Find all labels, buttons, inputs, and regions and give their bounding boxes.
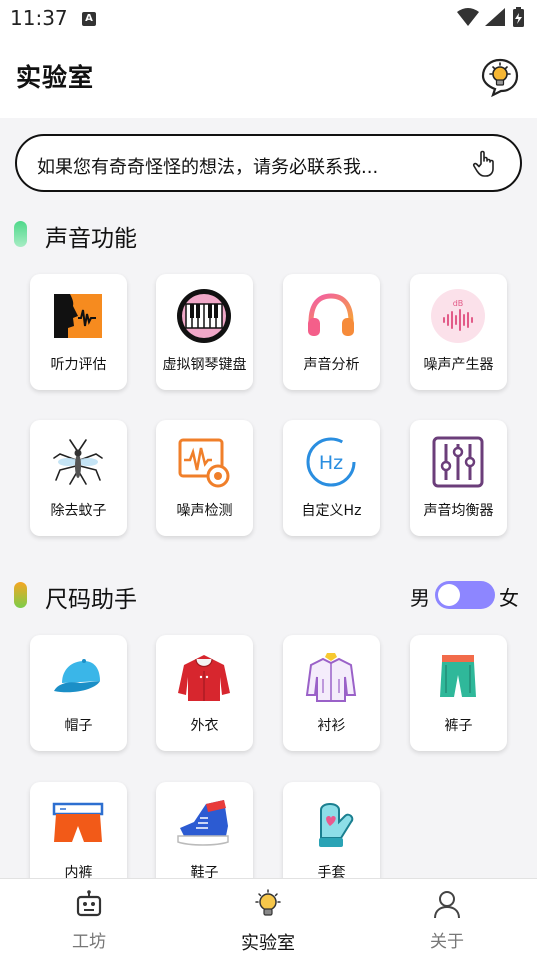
- section-marker: [14, 221, 27, 247]
- coat-card[interactable]: 外衣: [156, 635, 253, 751]
- wifi-icon: [457, 8, 479, 26]
- bottom-navigation: 工坊 实验室 关于: [0, 878, 537, 956]
- hearing-test-card[interactable]: 听力评估: [30, 274, 127, 390]
- pants-card[interactable]: 裤子: [410, 635, 507, 751]
- piano-icon: [177, 289, 231, 343]
- user-icon: [434, 891, 460, 919]
- app-header: 实验室: [0, 36, 537, 118]
- card-label: 声音分析: [303, 357, 360, 373]
- nav-label: 实验室: [241, 933, 295, 954]
- section-title: 声音功能: [45, 226, 137, 252]
- pointing-hand-icon: [472, 150, 494, 177]
- cap-card[interactable]: 帽子: [30, 635, 127, 751]
- nav-label: 工坊: [72, 932, 106, 952]
- card-label: 虚拟钢琴键盘: [162, 357, 247, 373]
- gender-male-label: 男: [410, 586, 430, 610]
- keyboard-indicator-icon: A: [82, 12, 96, 26]
- noise-detector-icon: [178, 438, 230, 488]
- shirt-card[interactable]: 衬衫: [283, 635, 380, 751]
- card-label: 衬衫: [317, 718, 346, 734]
- gender-female-label: 女: [499, 586, 519, 610]
- svg-text:dB: dB: [453, 299, 464, 308]
- gender-toggle[interactable]: [435, 581, 495, 609]
- section-marker: [14, 582, 27, 608]
- nav-label: 关于: [430, 932, 464, 952]
- nav-about-tab[interactable]: 关于: [387, 879, 507, 956]
- shirt-icon: [305, 653, 357, 702]
- card-label: 除去蚊子: [50, 503, 107, 519]
- headphones-icon: [308, 293, 354, 336]
- gender-switch: 男 女: [410, 579, 520, 611]
- nav-lab-tab[interactable]: 实验室: [208, 879, 328, 956]
- idea-bulb-icon[interactable]: [479, 56, 521, 98]
- shorts-icon: [440, 655, 476, 697]
- card-label: 噪声产生器: [423, 357, 494, 373]
- custom-hz-card[interactable]: Hz 自定义Hz: [283, 420, 380, 536]
- card-label: 自定义Hz: [301, 503, 362, 519]
- virtual-piano-card[interactable]: 虚拟钢琴键盘: [156, 274, 253, 390]
- svg-text:Hz: Hz: [319, 452, 343, 474]
- noise-generator-card[interactable]: dB 噪声产生器: [410, 274, 507, 390]
- hearing-test-icon: [54, 294, 102, 338]
- page-title: 实验室: [16, 63, 95, 92]
- card-label: 帽子: [64, 718, 93, 734]
- battery-icon: [513, 7, 524, 27]
- section-title: 尺码助手: [45, 587, 137, 613]
- size-section-header: 尺码助手 男 女: [14, 579, 524, 613]
- remove-mosquito-card[interactable]: 除去蚊子: [30, 420, 127, 536]
- hoodie-icon: [178, 655, 230, 701]
- underwear-icon: [52, 802, 104, 842]
- equalizer-icon: [432, 436, 484, 488]
- equalizer-card[interactable]: 声音均衡器: [410, 420, 507, 536]
- cap-icon: [54, 659, 100, 693]
- nav-workshop-tab[interactable]: 工坊: [29, 879, 149, 956]
- noise-generator-icon: dB: [431, 289, 485, 343]
- status-time: 11:37: [10, 6, 68, 30]
- robot-icon: [76, 890, 102, 917]
- status-icons: [457, 7, 524, 27]
- card-label: 裤子: [444, 718, 473, 734]
- mitten-icon: [319, 803, 354, 847]
- sound-section-header: 声音功能: [14, 218, 524, 252]
- notice-text: 如果您有奇奇怪怪的想法，请务必联系我...: [37, 157, 379, 178]
- hz-icon: Hz: [306, 437, 356, 487]
- noise-detection-card[interactable]: 噪声检测: [156, 420, 253, 536]
- card-label: 听力评估: [50, 357, 107, 373]
- card-label: 噪声检测: [176, 503, 233, 519]
- contact-notice-button[interactable]: 如果您有奇奇怪怪的想法，请务必联系我...: [15, 134, 522, 192]
- sneaker-icon: [177, 800, 229, 846]
- bulb-icon: [255, 889, 281, 916]
- toggle-knob: [438, 584, 460, 606]
- signal-icon: [485, 8, 505, 26]
- sound-analysis-card[interactable]: 声音分析: [283, 274, 380, 390]
- card-label: 声音均衡器: [423, 503, 494, 519]
- card-label: 外衣: [190, 718, 219, 734]
- mosquito-icon: [53, 439, 103, 485]
- status-bar: 11:37 A: [0, 0, 537, 36]
